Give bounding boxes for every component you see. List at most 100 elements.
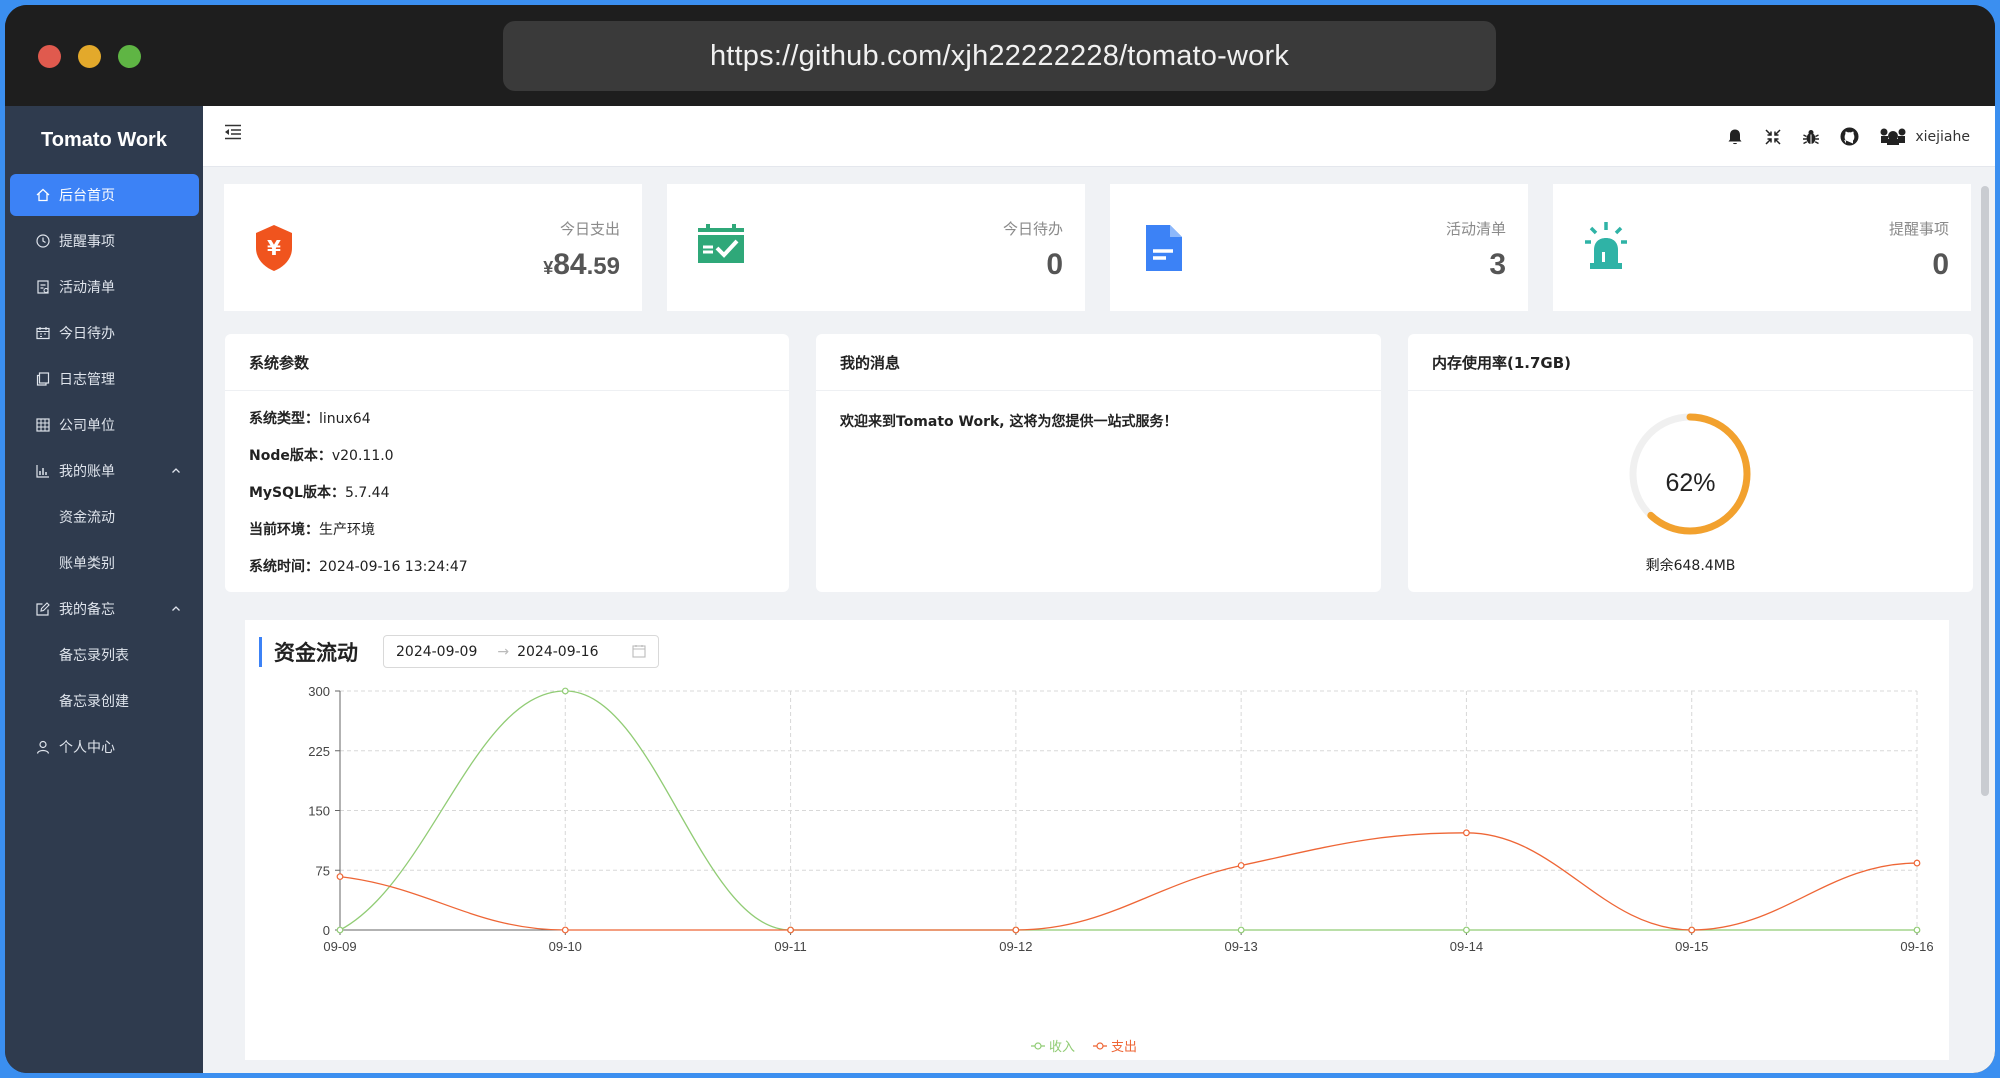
panel-title: 内存使用率(1.7GB): [1408, 334, 1973, 391]
stat-label: 活动清单: [1445, 220, 1506, 238]
sidebar-item-memos[interactable]: 我的备忘: [10, 588, 199, 630]
document-icon: [1144, 224, 1184, 276]
calendar-icon: [35, 326, 50, 341]
sidebar-subitem-memo-list[interactable]: 备忘录列表: [10, 634, 199, 676]
x-tick-label: 09-15: [1675, 939, 1708, 954]
data-point: [1688, 926, 1696, 934]
table-icon: [35, 418, 50, 433]
memory-percent: 62%: [1665, 469, 1716, 497]
y-tick-label: 225: [308, 744, 330, 759]
avatar-icon[interactable]: [1879, 128, 1907, 146]
main-content: xiejiahe ¥ 今日支出 ¥84.59 今日待办 0 活动清单 3 提醒事…: [203, 106, 1995, 1073]
sidebar-item-label: 公司单位: [59, 418, 115, 434]
x-tick-label: 09-14: [1450, 939, 1483, 954]
sidebar-item-home[interactable]: 后台首页: [10, 174, 199, 216]
stat-value: ¥84.59: [543, 248, 620, 281]
calendar-icon[interactable]: [632, 644, 646, 662]
date-range-picker[interactable]: 2024-09-09 → 2024-09-16: [383, 635, 659, 668]
url-bar[interactable]: https://github.com/xjh22222228/tomato-wo…: [503, 21, 1496, 91]
messages-body: 欢迎来到Tomato Work, 这将为您提供一站式服务！: [816, 391, 1381, 451]
x-tick-label: 09-09: [323, 939, 356, 954]
sidebar-subitem-bill-category[interactable]: 账单类别: [10, 542, 199, 584]
legend-marker: [1096, 1042, 1104, 1050]
chevron-up-icon[interactable]: [171, 602, 181, 618]
welcome-message: 欢迎来到Tomato Work, 这将为您提供一站式服务！: [840, 414, 1178, 430]
sidebar-item-label: 提醒事项: [59, 234, 115, 250]
username[interactable]: xiejiahe: [1915, 129, 1970, 145]
sidebar-item-bills[interactable]: 我的账单: [10, 450, 199, 492]
data-point: [561, 687, 569, 695]
sidebar-item-today-todo[interactable]: 今日待办: [10, 312, 199, 354]
system-params-list: 系统类型：linux64 Node版本：v20.11.0 MySQL版本：5.7…: [225, 391, 789, 616]
user-icon: [35, 740, 50, 755]
sidebar-item-logs[interactable]: 日志管理: [10, 358, 199, 400]
legend-marker: [1034, 1042, 1042, 1050]
stat-label: 今日待办: [1002, 220, 1063, 238]
vertical-scrollbar[interactable]: [1981, 186, 1989, 796]
data-point: [1463, 926, 1470, 934]
fullscreen-icon[interactable]: [1764, 128, 1782, 146]
param-row: 系统时间：2024-09-16 13:24:47: [249, 559, 468, 575]
edit-icon: [35, 602, 50, 617]
sidebar-item-reminders[interactable]: 提醒事项: [10, 220, 199, 262]
param-row: 系统类型：linux64: [249, 411, 371, 427]
data-point: [336, 926, 344, 934]
sidebar-item-profile[interactable]: 个人中心: [10, 726, 199, 768]
app-logo[interactable]: Tomato Work: [5, 106, 203, 174]
data-point: [787, 926, 794, 934]
messages-panel: 我的消息 欢迎来到Tomato Work, 这将为您提供一站式服务！: [816, 334, 1381, 592]
date-from[interactable]: 2024-09-09: [396, 644, 477, 660]
bell-icon[interactable]: [1726, 128, 1744, 146]
sidebar-subitem-cashflow[interactable]: 资金流动: [10, 496, 199, 538]
sidebar-item-label: 我的备忘: [59, 602, 115, 618]
sidebar-item-activities[interactable]: 活动清单: [10, 266, 199, 308]
chart-header: 资金流动: [259, 636, 358, 668]
close-window-button[interactable]: [38, 45, 61, 68]
range-arrow: →: [497, 643, 510, 660]
chevron-up-icon[interactable]: [171, 464, 181, 480]
top-header: xiejiahe: [203, 106, 1995, 167]
data-point: [1237, 862, 1245, 869]
legend-label: 收入: [1049, 1040, 1075, 1055]
sidebar-subitem-memo-create[interactable]: 备忘录创建: [10, 680, 199, 722]
data-point: [1463, 829, 1470, 837]
bug-icon[interactable]: [1802, 128, 1820, 146]
data-point: [1913, 859, 1921, 867]
alarm-icon: [1583, 220, 1629, 274]
stat-card-today-todo[interactable]: 今日待办 0: [667, 184, 1085, 311]
panel-title: 我的消息: [816, 334, 1381, 391]
y-tick-label: 150: [308, 804, 330, 819]
sidebar-item-label: 日志管理: [59, 372, 115, 388]
data-point: [336, 873, 344, 881]
x-tick-label: 09-13: [1225, 939, 1258, 954]
home-icon: [35, 188, 50, 203]
stat-card-reminders[interactable]: 提醒事项 0: [1553, 184, 1971, 311]
stat-card-today-expense[interactable]: ¥ 今日支出 ¥84.59: [224, 184, 642, 311]
menu-fold-icon[interactable]: [223, 122, 243, 146]
stat-label: 今日支出: [559, 220, 620, 238]
sidebar-item-label: 今日待办: [59, 326, 115, 342]
memory-panel: 内存使用率(1.7GB) 62% 剩余648.4MB: [1408, 334, 1973, 592]
stat-label: 提醒事项: [1888, 220, 1949, 238]
checklist-icon: [35, 280, 50, 295]
param-row: 当前环境：生产环境: [249, 522, 375, 538]
series-line-1: [339, 832, 1918, 931]
stat-card-activities[interactable]: 活动清单 3: [1110, 184, 1528, 311]
minimize-window-button[interactable]: [78, 45, 101, 68]
sidebar-item-company[interactable]: 公司单位: [10, 404, 199, 446]
data-point: [1237, 926, 1245, 934]
title-accent-bar: [259, 637, 262, 667]
svg-text:¥: ¥: [267, 236, 281, 260]
chart-title: 资金流动: [274, 641, 358, 665]
sidebar-item-label: 活动清单: [59, 280, 115, 296]
shield-yen-icon: ¥: [254, 224, 294, 276]
date-to[interactable]: 2024-09-16: [517, 644, 598, 660]
stat-value: 0: [1046, 248, 1063, 281]
memory-gauge: 62% 剩余648.4MB: [1408, 391, 1973, 591]
legend-label: 支出: [1111, 1040, 1137, 1055]
clock-icon: [35, 234, 50, 249]
cashflow-chart: 0 75 150 225 300 09-09 09-10 09-11 09-12 09-13 09-…: [308, 684, 1933, 1055]
github-icon[interactable]: [1840, 127, 1859, 146]
title-bar: https://github.com/xjh22222228/tomato-wo…: [5, 5, 1995, 106]
maximize-window-button[interactable]: [118, 45, 141, 68]
